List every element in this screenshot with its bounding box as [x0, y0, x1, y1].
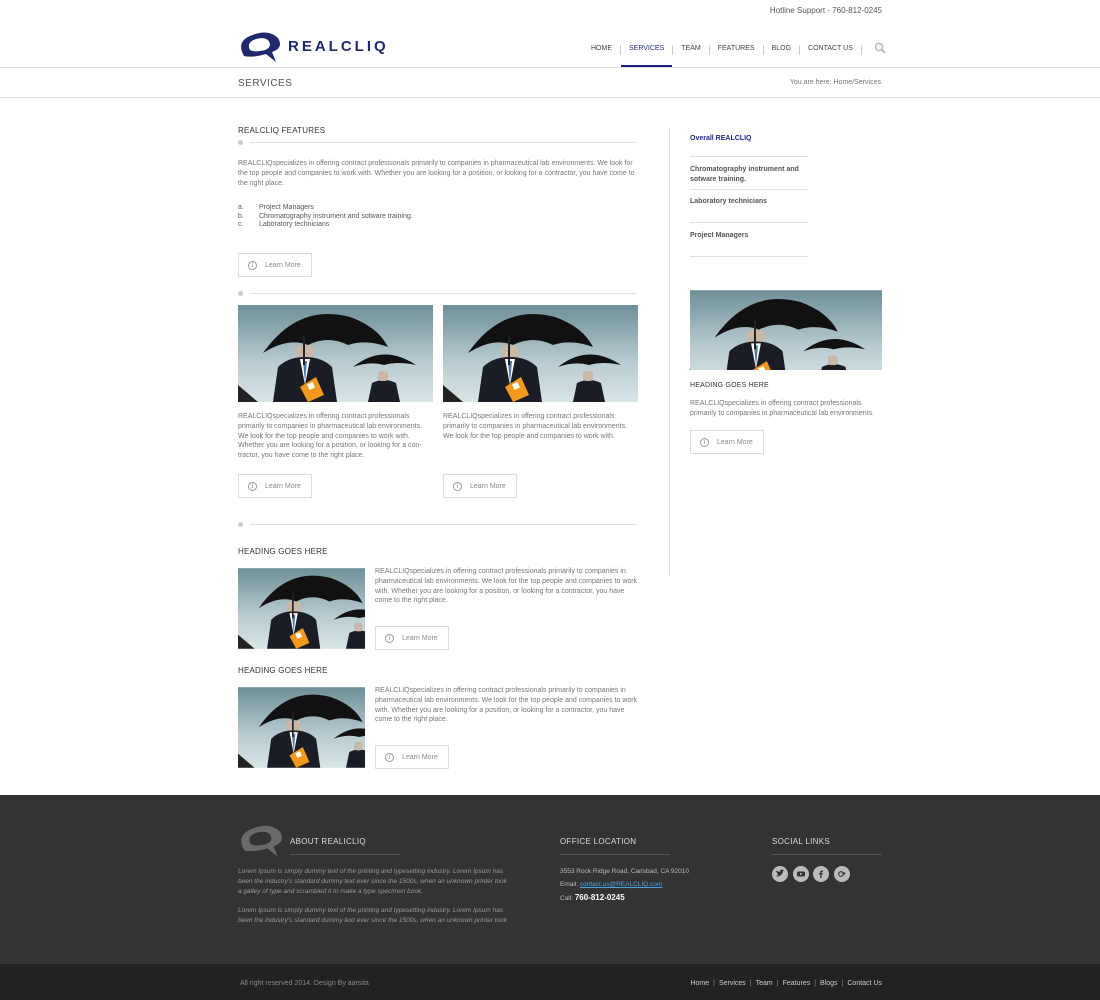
info-icon: i [248, 481, 257, 491]
footer-link-blogs[interactable]: Blogs [820, 980, 838, 987]
footer-rule [772, 854, 882, 855]
footer-nav: Home | Services | Team | Features | Blogs | C… [690, 980, 882, 987]
services-list: a. Project Managers b. Chromatography inst… [238, 204, 413, 230]
youtube-icon[interactable] [792, 866, 809, 882]
nav-home[interactable]: HOME [583, 44, 620, 68]
footer-rule [290, 854, 400, 855]
page-title-bar: SERVICES You are here: Home/Services [0, 68, 1100, 98]
sidebar-heading: HEADING GOES HERE [690, 382, 769, 389]
umbrella-image [238, 305, 433, 402]
list-item: c. Laboratory technicians [238, 221, 330, 229]
about-text: Lorem Ipsum is simply dummy text of the … [238, 907, 507, 924]
features-title: REALCLIQ FEATURES [238, 126, 326, 135]
logo[interactable]: REALCLIQ [238, 30, 418, 64]
nav-team[interactable]: TEAM [673, 44, 708, 68]
office-title: OFFICE LOCATION [560, 837, 637, 846]
page-title: SERVICES [238, 78, 293, 89]
row-text: REALCLIQspecializes in offering contract… [375, 568, 638, 605]
footer-link-team[interactable]: Team [756, 980, 773, 987]
card-text: REALCLIQspecializes in offering contract… [443, 413, 628, 440]
info-icon: i [453, 481, 462, 491]
list-item: b. Chromatography instrument and sotware … [238, 212, 413, 220]
umbrella-image [690, 290, 882, 370]
sidebar-rule [690, 256, 808, 257]
main-nav: HOME SERVICES TEAM FEATURES BLOG CONTACT… [583, 42, 886, 68]
twitter-icon[interactable] [772, 866, 788, 882]
learn-more-button[interactable]: i Learn More [375, 626, 449, 650]
footer: ABOUT REALICLIQ Lorem Ipsum is simply du… [0, 795, 1100, 964]
office-email: Email: contact.us@REALCLIQ.com [560, 881, 663, 888]
bottom-bar: All right reserved 2014. Design By aarsi… [0, 964, 1100, 1000]
heading: HEADING GOES HERE [238, 666, 328, 675]
nav-features[interactable]: FEATURES [710, 44, 763, 68]
sidebar-rule [690, 156, 808, 157]
footer-link-features[interactable]: Features [783, 980, 811, 987]
footer-link-home[interactable]: Home [690, 980, 709, 987]
sidebar-item-project-managers[interactable]: Project Managers [690, 231, 808, 241]
nav-contact-us[interactable]: CONTACT US [800, 44, 861, 68]
section-divider [238, 522, 637, 528]
logo-icon [241, 32, 280, 62]
footer-logo-icon [241, 825, 282, 857]
about-text: Lorem Ipsum is simply dummy text of the … [238, 868, 507, 895]
info-icon: i [385, 633, 394, 643]
sidebar-item-chromatography[interactable]: Chromatography instrument and sotware tr… [690, 165, 808, 184]
info-icon: i [248, 260, 257, 270]
learn-more-button[interactable]: i Learn More [690, 430, 764, 454]
search-icon[interactable] [874, 42, 886, 54]
facebook-icon[interactable] [813, 866, 829, 882]
umbrella-image [238, 568, 365, 649]
list-item: a. Project Managers [238, 204, 314, 211]
email-link[interactable]: contact.us@REALCLIQ.com [580, 881, 662, 888]
office-phone: Call: 760-812-0245 [560, 893, 625, 902]
footer-link-contact-us[interactable]: Contact Us [847, 980, 882, 987]
sidebar-rule [690, 222, 808, 223]
footer-rule [560, 854, 670, 855]
umbrella-image [443, 305, 638, 402]
learn-more-button[interactable]: i Learn More [375, 745, 449, 769]
social-links [772, 866, 854, 882]
google-plus-icon[interactable] [833, 866, 850, 882]
nav-separator [860, 45, 862, 55]
hotline-support: Hotline Support - 760-812-0245 [769, 6, 882, 15]
sidebar-item-overall[interactable]: Overall REALCLIQ [690, 134, 808, 144]
about-title: ABOUT REALICLIQ [290, 837, 366, 846]
nav-blog[interactable]: BLOG [764, 44, 799, 68]
sidebar-text: REALCLIQspecializes in offering contract… [690, 400, 875, 417]
intro-text: REALCLIQspecializes in offering contract… [238, 160, 635, 187]
learn-more-button[interactable]: i Learn More [238, 253, 312, 277]
office-address: 3553 Rock Ridge Road, Carlsbad, CA 92010 [560, 868, 689, 875]
column-divider [669, 128, 670, 577]
nav-services[interactable]: SERVICES [621, 44, 673, 68]
social-title: SOCIAL LINKS [772, 837, 830, 846]
learn-more-button[interactable]: i Learn More [238, 474, 312, 498]
sidebar-item-laboratory[interactable]: Laboratory technicians [690, 197, 808, 207]
info-icon: i [385, 752, 394, 762]
info-icon: i [700, 437, 709, 447]
section-divider [238, 140, 637, 146]
card-text: REALCLIQspecializes in offering contract… [238, 413, 423, 460]
breadcrumb: You are here: Home/Services [789, 79, 881, 86]
learn-more-button[interactable]: i Learn More [443, 474, 517, 498]
sidebar-rule [690, 189, 808, 190]
heading: HEADING GOES HERE [238, 547, 328, 556]
section-divider [238, 291, 637, 297]
row-text: REALCLIQspecializes in offering contract… [375, 687, 638, 724]
footer-link-services[interactable]: Services [719, 980, 746, 987]
logo-text: REALCLIQ [288, 38, 389, 55]
umbrella-image [238, 687, 365, 768]
copyright: All right reserved 2014. Design By aarsi… [240, 980, 369, 987]
